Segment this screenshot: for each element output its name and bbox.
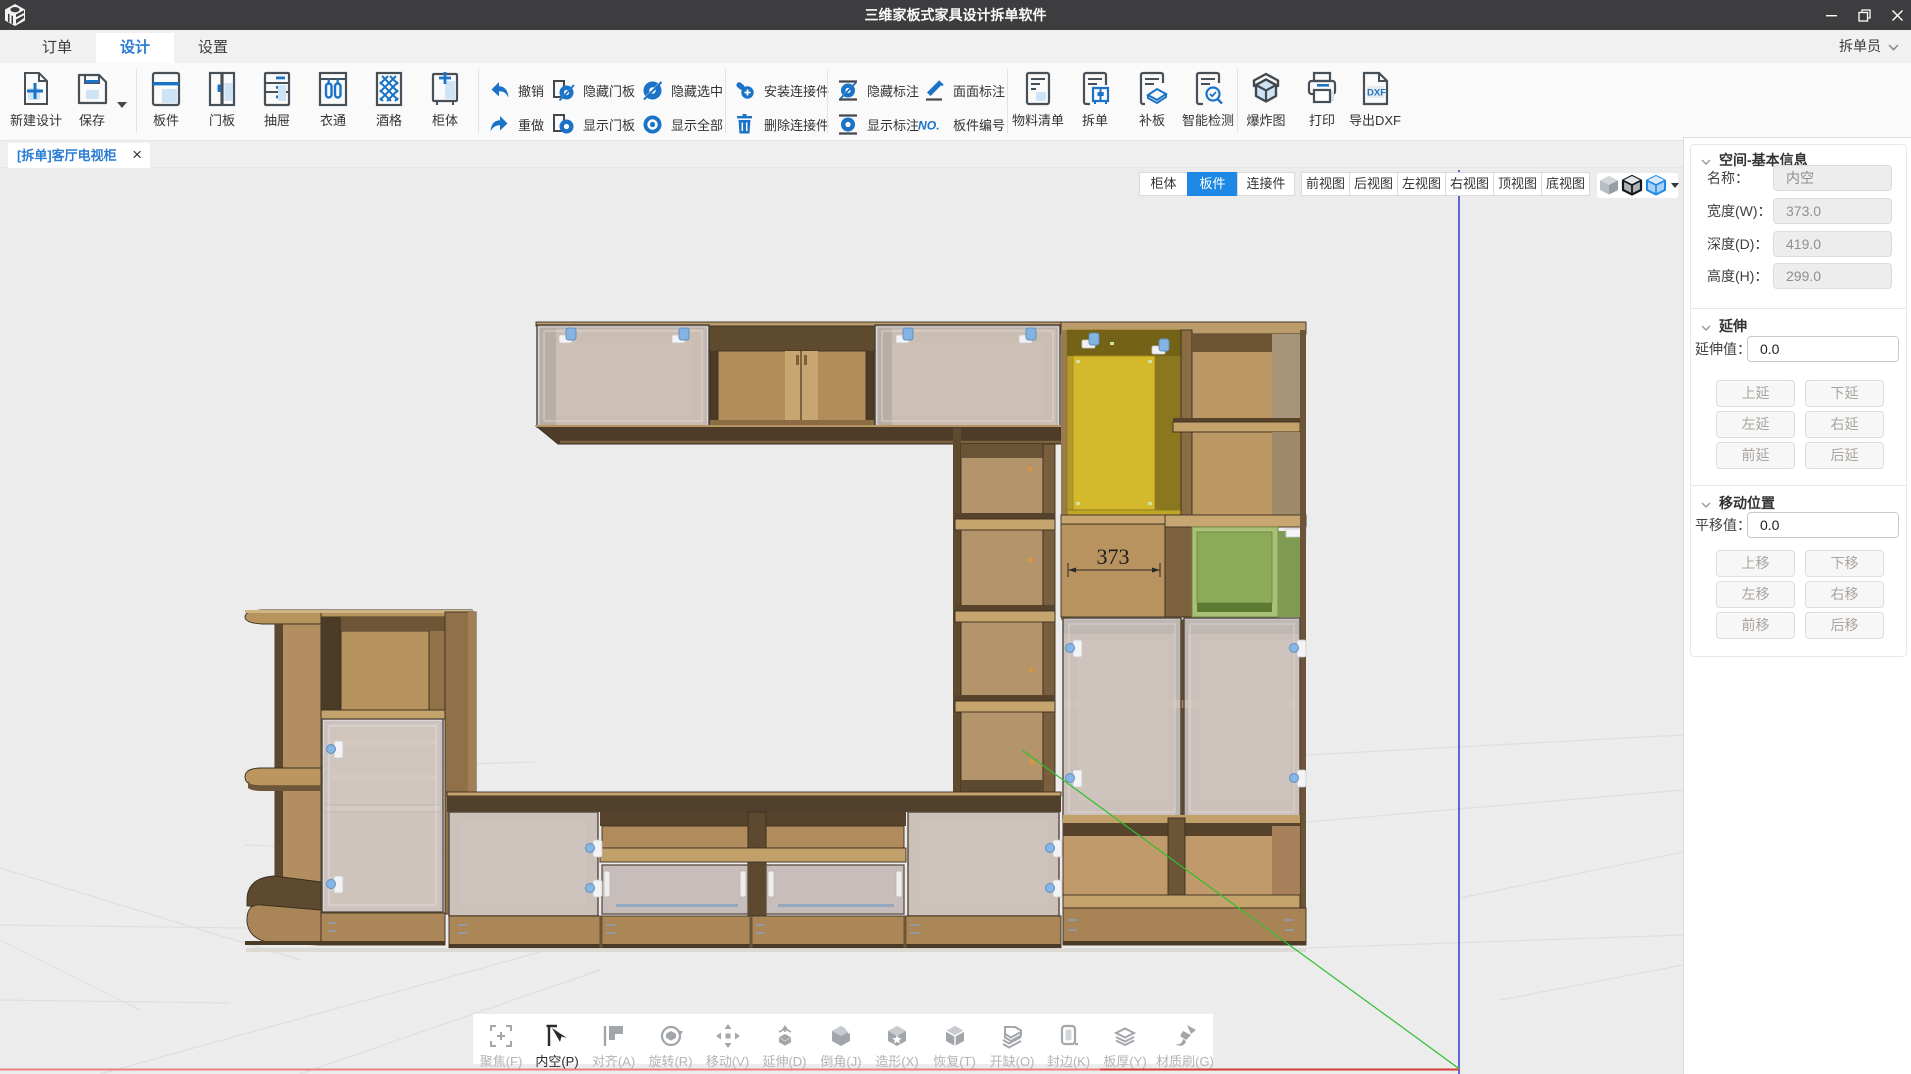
svg-text:373: 373 bbox=[1097, 544, 1130, 569]
svg-text:NO.: NO. bbox=[918, 118, 940, 132]
svg-text:DXF: DXF bbox=[1367, 88, 1386, 99]
